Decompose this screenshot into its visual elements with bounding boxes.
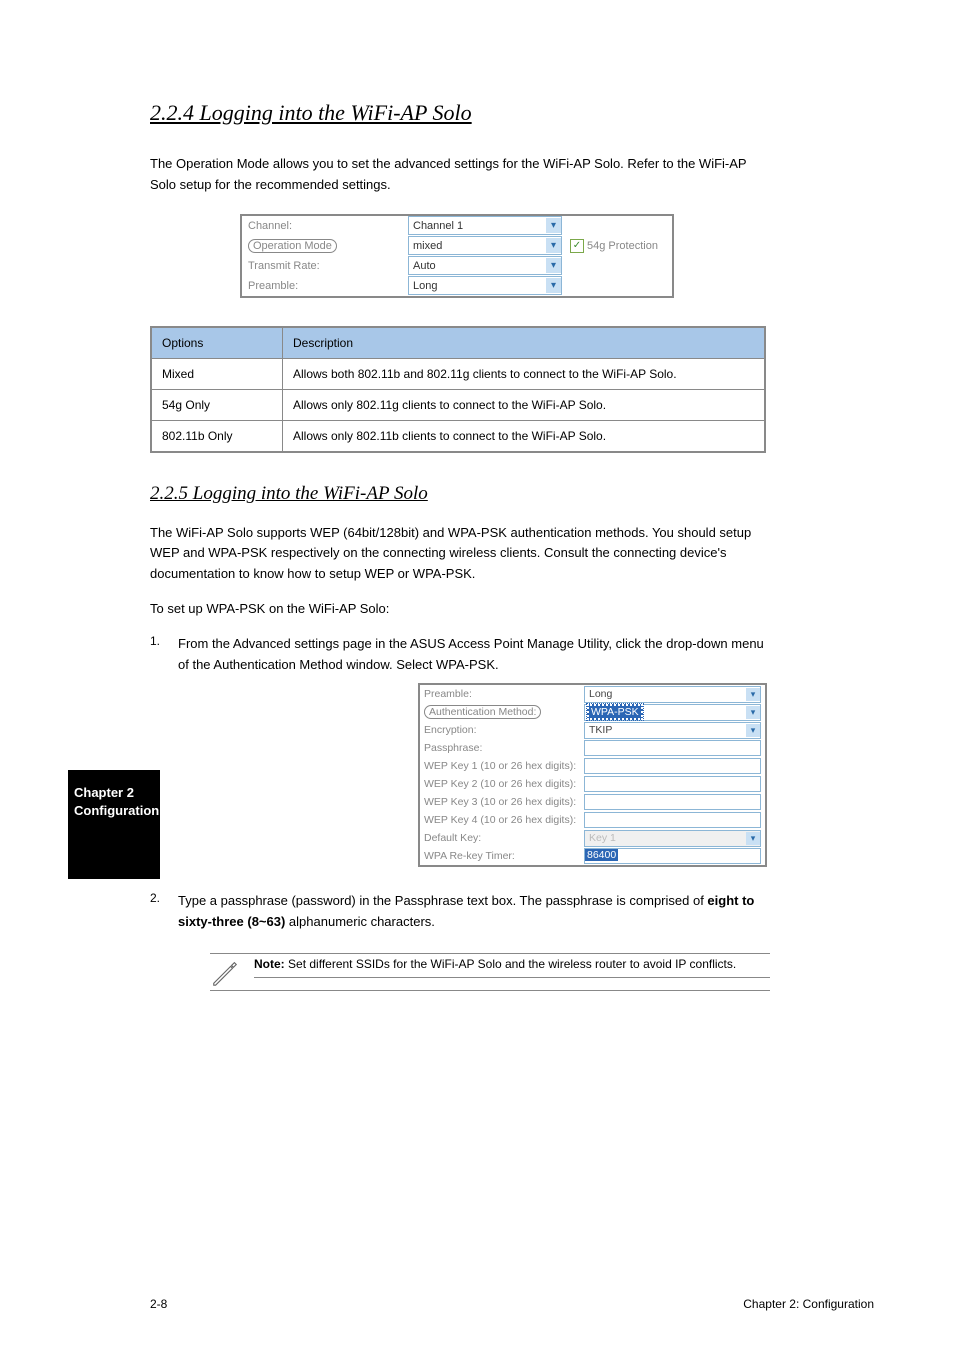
table-cell-desc: Allows only 802.11b clients to connect t… xyxy=(283,420,766,452)
screenshot-operation-mode: Channel:Channel 1▾ Operation Mode mixed▾ ✓5… xyxy=(240,214,674,298)
screenshot1-label: Transmit Rate: xyxy=(248,260,408,272)
screenshot1-label: Channel: xyxy=(248,220,408,232)
screenshot1-select[interactable]: Auto▾ xyxy=(408,256,562,275)
footer-chapter: Chapter 2: Configuration xyxy=(743,1297,874,1311)
step-number-2: 2. xyxy=(150,891,168,933)
table-cell-option: 802.11b Only xyxy=(151,420,283,452)
screenshot2-select[interactable]: WPA-PSK▾ xyxy=(584,704,761,721)
chevron-down-icon: ▾ xyxy=(746,832,760,845)
screenshot2-select[interactable]: TKIP▾ xyxy=(584,722,761,739)
screenshot2-input[interactable] xyxy=(584,794,761,810)
table-cell-option: 54g Only xyxy=(151,389,283,420)
54g-protection-checkbox[interactable]: ✓54g Protection xyxy=(570,239,658,253)
chevron-down-icon: ▾ xyxy=(746,688,760,701)
screenshot2-row: Default Key:Key 1▾ xyxy=(420,829,765,847)
table-cell-option: Mixed xyxy=(151,358,283,389)
circled-label: Authentication Method: xyxy=(424,705,541,719)
screenshot2-row: WPA Re-key Timer:86400 xyxy=(420,847,765,865)
screenshot1-row: Transmit Rate:Auto▾ xyxy=(242,256,672,276)
step-text-1: From the Advanced settings page in the A… xyxy=(178,634,770,676)
screenshot2-row: WEP Key 4 (10 or 26 hex digits): xyxy=(420,811,765,829)
checkbox-icon: ✓ xyxy=(570,239,584,253)
screenshot-authentication: Preamble:Long▾ Authentication Method: WPA-… xyxy=(418,683,767,867)
screenshot1-select[interactable]: Channel 1▾ xyxy=(408,216,562,235)
note-text: Set different SSIDs for the WiFi-AP Solo… xyxy=(288,957,736,971)
para-auth: The WiFi-AP Solo supports WEP (64bit/128… xyxy=(150,523,770,585)
screenshot2-label: WEP Key 1 (10 or 26 hex digits): xyxy=(424,760,584,772)
screenshot2-row: Passphrase: xyxy=(420,739,765,757)
screenshot2-row: WEP Key 2 (10 or 26 hex digits): xyxy=(420,775,765,793)
chevron-down-icon: ▾ xyxy=(546,218,561,233)
chapter-sidebar: Chapter 2 Configuration xyxy=(68,770,160,879)
step2-txt-c: alphanumeric characters. xyxy=(285,914,435,929)
screenshot2-input[interactable]: 86400 xyxy=(584,848,761,864)
screenshot2-row: Authentication Method: WPA-PSK▾ xyxy=(420,703,765,721)
wpa-rekey-value: 86400 xyxy=(585,849,618,861)
chevron-down-icon: ▾ xyxy=(546,258,561,273)
section-subtitle: 2.2.5 Logging into the WiFi-AP Solo xyxy=(150,483,874,505)
pen-icon xyxy=(210,957,240,987)
screenshot2-input[interactable] xyxy=(584,758,761,774)
screenshot2-label: Encryption: xyxy=(424,724,584,736)
section-title: 2.2.4 Logging into the WiFi-AP Solo xyxy=(150,100,874,126)
options-table: Options Description MixedAllows both 802… xyxy=(150,326,766,453)
screenshot2-row: WEP Key 1 (10 or 26 hex digits): xyxy=(420,757,765,775)
footer-page-number: 2-8 xyxy=(150,1297,167,1311)
screenshot1-label: Preamble: xyxy=(248,280,408,292)
screenshot2-label: WPA Re-key Timer: xyxy=(424,850,584,862)
screenshot1-row: Operation Mode mixed▾ ✓54g Protection xyxy=(242,236,672,256)
chevron-down-icon: ▾ xyxy=(746,706,760,719)
screenshot2-row: Preamble:Long▾ xyxy=(420,685,765,703)
table-row: MixedAllows both 802.11b and 802.11g cli… xyxy=(151,358,765,389)
screenshot1-row: Preamble:Long▾ xyxy=(242,276,672,296)
screenshot1-select[interactable]: mixed▾ xyxy=(408,236,562,255)
circled-label: Operation Mode xyxy=(248,239,337,253)
screenshot2-label: Preamble: xyxy=(424,688,584,700)
note-label: Note: xyxy=(254,957,285,971)
chevron-down-icon: ▾ xyxy=(546,238,561,253)
table-cell-desc: Allows both 802.11b and 802.11g clients … xyxy=(283,358,766,389)
step-text-2: Type a passphrase (password) in the Pass… xyxy=(178,891,770,933)
options-table-header-1: Options xyxy=(151,327,283,359)
screenshot2-input[interactable] xyxy=(584,812,761,828)
options-table-header-2: Description xyxy=(283,327,766,359)
table-row: 802.11b OnlyAllows only 802.11b clients … xyxy=(151,420,765,452)
para-steps-intro: To set up WPA-PSK on the WiFi-AP Solo: xyxy=(150,599,770,620)
screenshot1-select[interactable]: Long▾ xyxy=(408,276,562,295)
screenshot2-input[interactable] xyxy=(584,776,761,792)
screenshot2-label: Passphrase: xyxy=(424,742,584,754)
screenshot2-label: Authentication Method: xyxy=(424,705,584,719)
screenshot2-label: WEP Key 3 (10 or 26 hex digits): xyxy=(424,796,584,808)
screenshot1-row: Channel:Channel 1▾ xyxy=(242,216,672,236)
screenshot2-select[interactable]: Long▾ xyxy=(584,686,761,703)
step-number-1: 1. xyxy=(150,634,168,676)
table-cell-desc: Allows only 802.11g clients to connect t… xyxy=(283,389,766,420)
screenshot2-input[interactable] xyxy=(584,740,761,756)
screenshot2-row: WEP Key 3 (10 or 26 hex digits): xyxy=(420,793,765,811)
chevron-down-icon: ▾ xyxy=(746,724,760,737)
screenshot2-label: WEP Key 4 (10 or 26 hex digits): xyxy=(424,814,584,826)
screenshot2-label: Default Key: xyxy=(424,832,584,844)
screenshot2-select: Key 1▾ xyxy=(584,830,761,847)
note-box: Note: Set different SSIDs for the WiFi-A… xyxy=(210,953,770,991)
chevron-down-icon: ▾ xyxy=(546,278,561,293)
screenshot2-row: Encryption:TKIP▾ xyxy=(420,721,765,739)
screenshot2-label: WEP Key 2 (10 or 26 hex digits): xyxy=(424,778,584,790)
screenshot1-label: Operation Mode xyxy=(248,239,408,253)
step2-txt-a: Type a passphrase (password) in the Pass… xyxy=(178,893,707,908)
table-row: 54g OnlyAllows only 802.11g clients to c… xyxy=(151,389,765,420)
para-opmode: The Operation Mode allows you to set the… xyxy=(150,154,770,196)
